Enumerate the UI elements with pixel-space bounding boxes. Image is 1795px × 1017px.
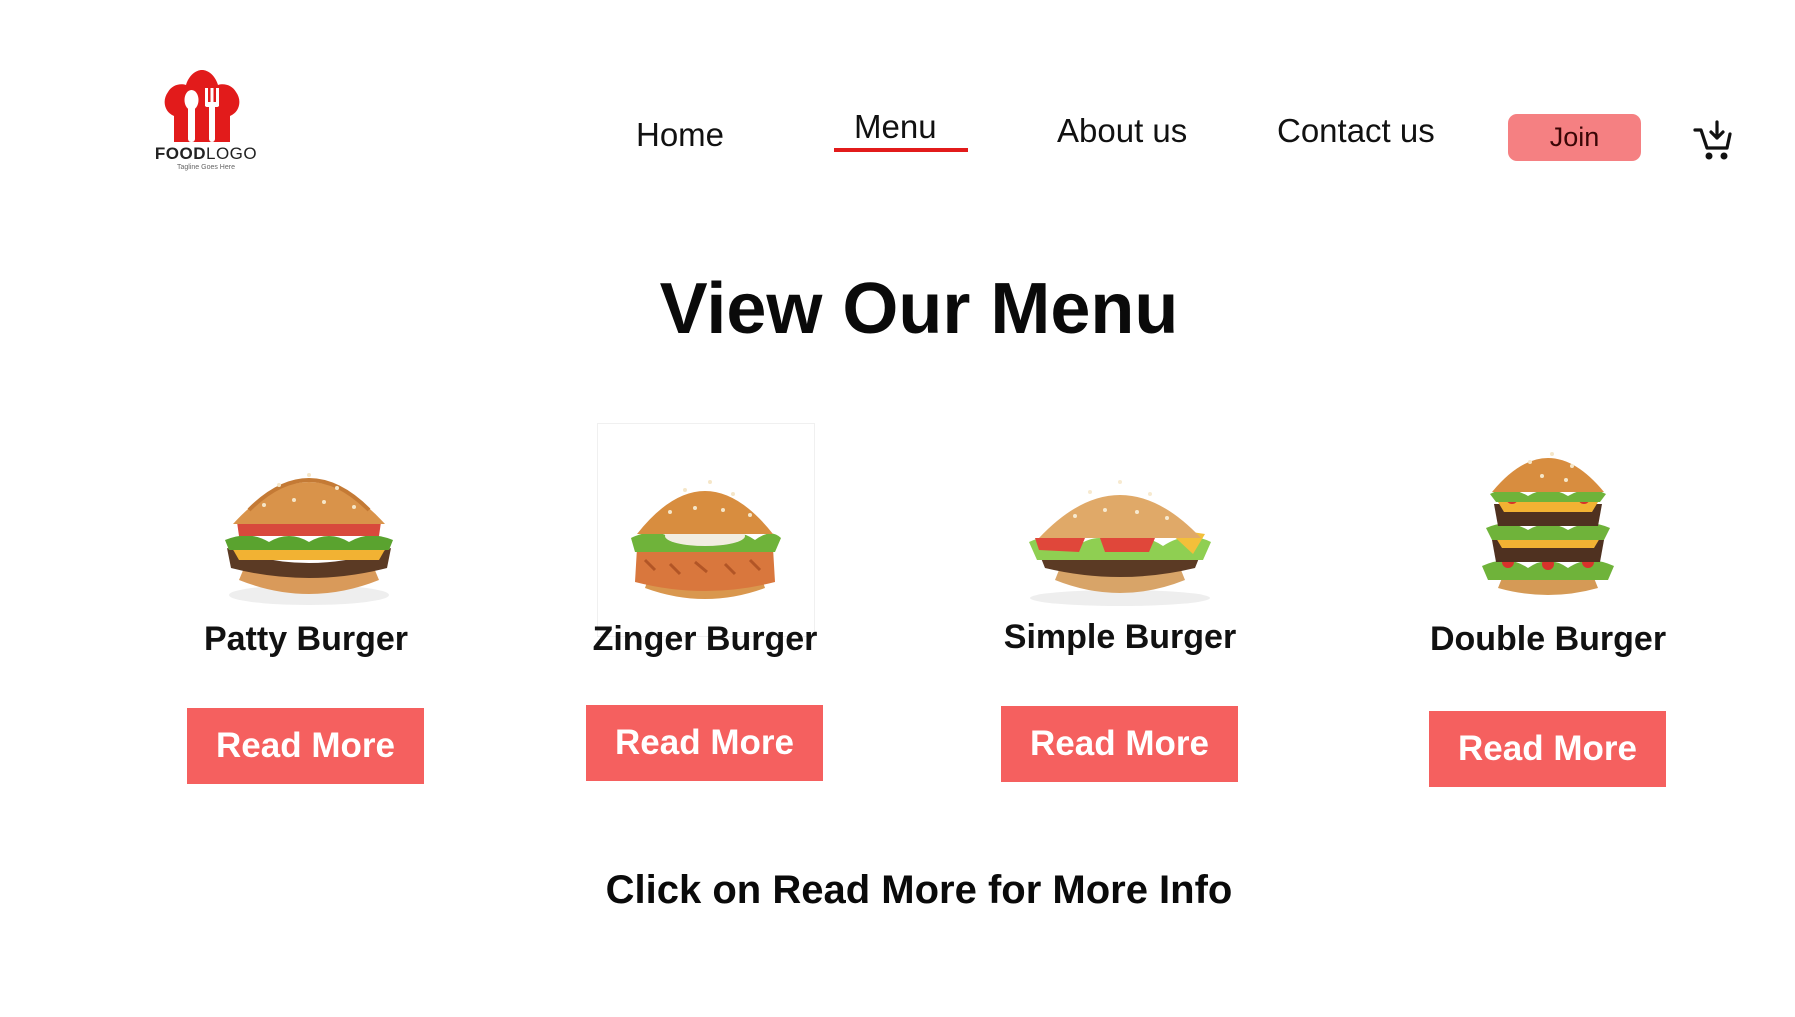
nav-about-link[interactable]: About us	[1057, 112, 1187, 150]
menu-item-name: Zinger Burger	[592, 620, 818, 658]
page: FOODLOGO Tagline Goes Here Home Menu Abo…	[0, 0, 1795, 1017]
nav-home-link[interactable]: Home	[636, 116, 724, 154]
food-logo[interactable]: FOODLOGO Tagline Goes Here	[142, 70, 264, 180]
menu-card: Double Burger Read More	[1398, 440, 1698, 790]
menu-item-name: Patty Burger	[203, 620, 409, 658]
nav-menu-link[interactable]: Menu	[854, 108, 937, 146]
menu-card: Zinger Burger Read More	[555, 450, 855, 790]
read-more-button[interactable]: Read More	[1001, 706, 1238, 782]
double-burger-image	[1468, 440, 1628, 600]
logo-wordmark: FOODLOGO	[154, 144, 258, 163]
active-nav-underline	[834, 148, 968, 152]
nav-contact-link[interactable]: Contact us	[1277, 112, 1435, 150]
join-button[interactable]: Join	[1508, 114, 1641, 161]
chef-hat-logo-icon	[164, 70, 240, 142]
menu-item-name: Simple Burger	[1003, 618, 1237, 656]
cart-icon[interactable]	[1693, 120, 1733, 162]
menu-card: Patty Burger Read More	[156, 450, 456, 790]
page-title: View Our Menu	[659, 269, 1179, 349]
read-more-button[interactable]: Read More	[1429, 711, 1666, 787]
info-note: Click on Read More for More Info	[605, 868, 1233, 912]
menu-card: Simple Burger Read More	[970, 450, 1270, 790]
read-more-button[interactable]: Read More	[586, 705, 823, 781]
menu-item-name: Double Burger	[1429, 620, 1667, 658]
read-more-button[interactable]: Read More	[187, 708, 424, 784]
patty-burger-image	[209, 450, 409, 610]
zinger-burger-image	[615, 460, 795, 610]
logo-tagline: Tagline Goes Here	[177, 164, 235, 171]
simple-burger-image	[1015, 458, 1225, 608]
